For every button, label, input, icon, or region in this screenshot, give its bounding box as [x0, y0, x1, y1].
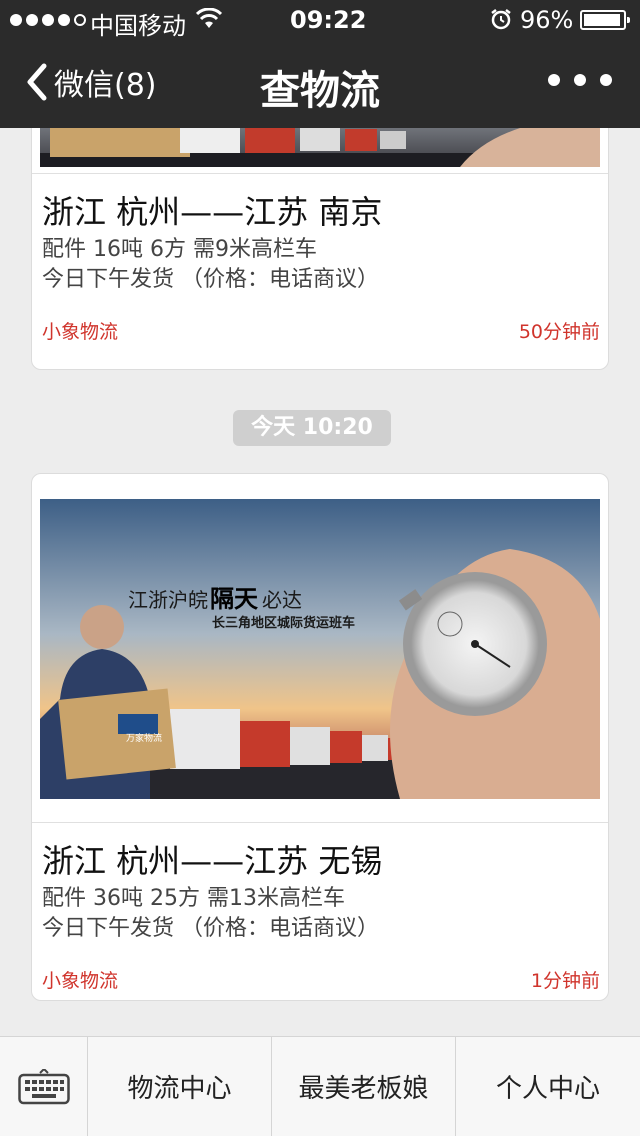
banner-brand: 万家物流: [126, 732, 162, 744]
company-name[interactable]: 小象物流: [42, 317, 118, 344]
cargo-detail: 配件 36吨 25方 需13米高栏车: [42, 886, 345, 911]
tab-personal-center[interactable]: 个人中心: [456, 1037, 640, 1136]
message-feed[interactable]: 浙江 杭州——江苏 南京 配件 16吨 6方 需9米高栏车 今日下午发货 （价格…: [0, 128, 640, 1036]
cargo-card[interactable]: 浙江 杭州——江苏 南京 配件 16吨 6方 需9米高栏车 今日下午发货 （价格…: [31, 128, 609, 370]
cargo-detail: 配件 16吨 6方 需9米高栏车: [42, 237, 317, 262]
schedule-text: 今日下午发货 （价格：电话商议）: [42, 267, 379, 292]
status-bar: 中国移动 09:22 96%: [0, 0, 640, 40]
route-text: 浙江 杭州——江苏 南京: [42, 193, 383, 231]
signal-dots-icon: [10, 14, 86, 26]
timestamp-pill: 今天 10:20: [233, 410, 391, 446]
time-ago: 1分钟前: [530, 970, 600, 992]
alarm-icon: [491, 9, 511, 30]
banner-headline-bold: 隔天: [210, 585, 258, 613]
battery-percent: 96%: [520, 6, 574, 34]
more-dots-icon[interactable]: [548, 74, 612, 86]
banner-subline: 长三角地区城际货运班车: [212, 615, 355, 631]
bottom-menu-bar: 物流中心 最美老板娘 个人中心: [0, 1036, 640, 1136]
battery-icon: [580, 10, 630, 30]
tab-best-boss-lady[interactable]: 最美老板娘: [272, 1037, 456, 1136]
banner-headline-prefix: 江浙沪皖: [128, 588, 208, 612]
banner-image: 江浙沪皖 隔天 必达 长三角地区城际货运班车 万家物流: [40, 499, 600, 799]
company-name[interactable]: 小象物流: [42, 966, 118, 993]
banner-image: [40, 128, 600, 167]
tab-logistics-center[interactable]: 物流中心: [88, 1037, 272, 1136]
banner-headline-suffix: 必达: [262, 588, 302, 612]
cargo-card[interactable]: 江浙沪皖 隔天 必达 长三角地区城际货运班车 万家物流 浙江 杭州——江苏 无锡…: [31, 473, 609, 1001]
wifi-icon: [196, 8, 222, 28]
keyboard-icon[interactable]: [0, 1037, 88, 1136]
time-ago: 50分钟前: [518, 321, 600, 343]
page-title: 查物流: [260, 68, 380, 114]
clock: 09:22: [290, 6, 367, 34]
route-text: 浙江 杭州——江苏 无锡: [42, 842, 383, 880]
carrier-label: 中国移动: [90, 12, 186, 40]
schedule-text: 今日下午发货 （价格：电话商议）: [42, 916, 379, 941]
nav-bar: 微信(8) 查物流: [0, 40, 640, 128]
